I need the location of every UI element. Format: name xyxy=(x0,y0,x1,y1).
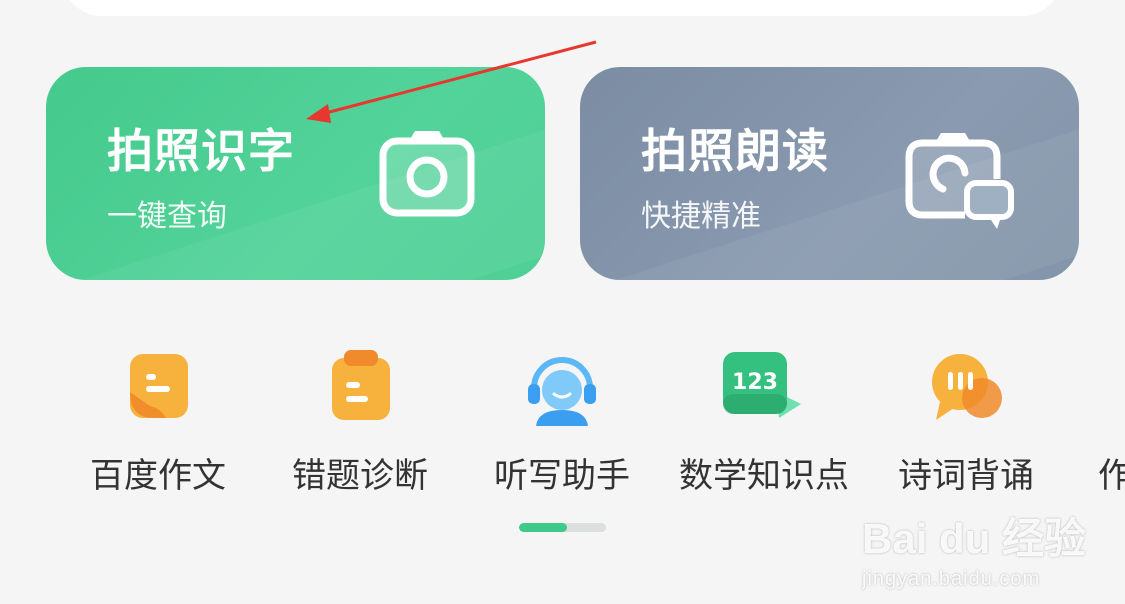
tool-essay[interactable]: 百度作文 xyxy=(68,330,248,500)
camera-speech-icon xyxy=(905,133,1014,229)
tool-row: 百度作文 错题诊断 听写助手 123 数学知识点 诗词背诵 作 xyxy=(0,330,1125,500)
essay-icon xyxy=(130,354,188,418)
tool-label: 百度作文 xyxy=(90,456,226,496)
watermark-main: Bai du 经验 xyxy=(862,515,1087,562)
camera-icon xyxy=(379,131,475,217)
card-subtitle: 快捷精准 xyxy=(641,199,761,234)
search-bar-card[interactable] xyxy=(62,0,1062,16)
math-badge-text: 123 xyxy=(732,370,778,395)
tool-label: 数学知识点 xyxy=(679,456,849,496)
headset-assistant-icon xyxy=(528,357,596,426)
page-indicator xyxy=(519,523,606,532)
photo-recognize-card[interactable]: 拍照识字 一键查询 xyxy=(46,67,545,280)
watermark-url: jingyan.baidu.com xyxy=(862,568,1041,590)
math-123-icon: 123 xyxy=(723,352,801,418)
card-title: 拍照识字 xyxy=(107,124,295,178)
photo-read-card[interactable]: 拍照朗读 快捷精准 xyxy=(580,67,1079,280)
tool-label: 错题诊断 xyxy=(292,456,428,496)
tool-mistake[interactable]: 错题诊断 xyxy=(270,330,450,500)
card-subtitle: 一键查询 xyxy=(107,199,227,234)
clipboard-icon xyxy=(332,350,390,420)
tool-label: 作 xyxy=(1098,456,1125,496)
card-title: 拍照朗读 xyxy=(641,124,829,178)
tool-poetry[interactable]: 诗词背诵 xyxy=(876,330,1056,500)
tool-dictation[interactable]: 听写助手 xyxy=(472,330,652,500)
tool-math[interactable]: 123 数学知识点 xyxy=(674,330,854,500)
tool-label: 听写助手 xyxy=(494,456,630,496)
tool-partial[interactable]: 作 xyxy=(1098,330,1125,500)
baidu-jingyan-watermark: Bai du 经验 jingyan.baidu.com xyxy=(862,505,1086,591)
page-indicator-fill xyxy=(519,523,567,532)
poetry-chat-icon xyxy=(932,354,1002,420)
tool-label: 诗词背诵 xyxy=(898,456,1034,496)
